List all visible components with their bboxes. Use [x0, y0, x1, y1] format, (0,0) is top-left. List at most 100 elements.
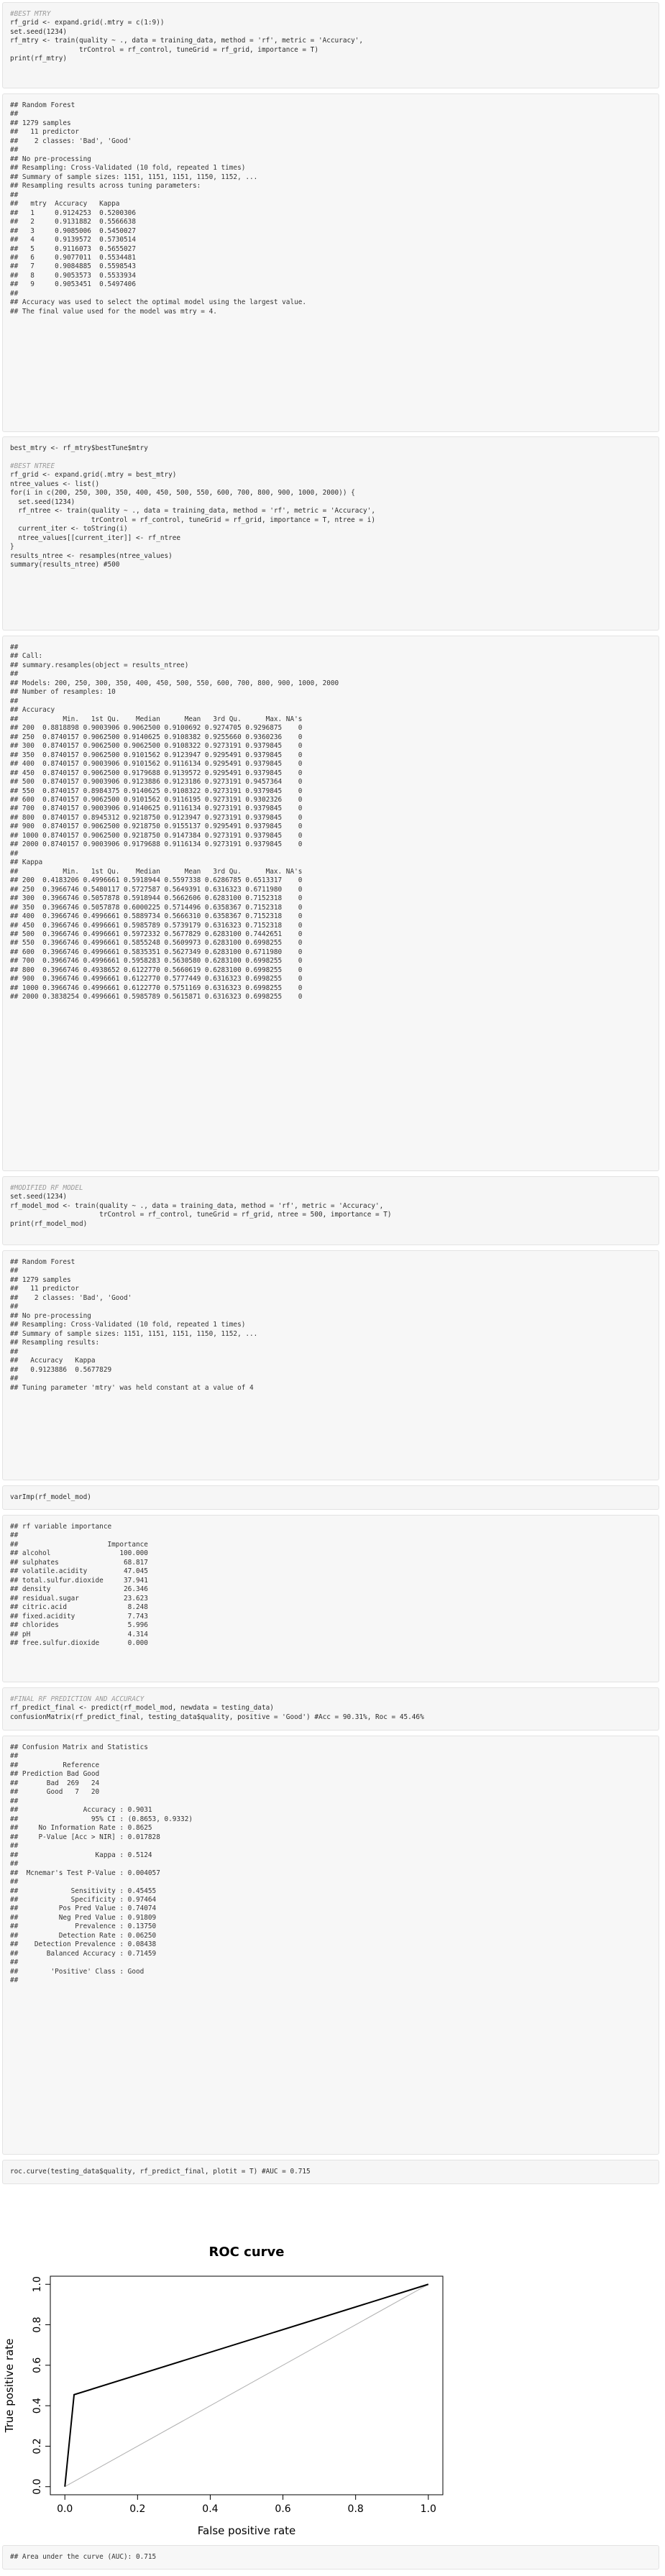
x-tick-label: 0.6	[275, 2503, 290, 2515]
code-line: }	[10, 543, 14, 551]
code-line: varImp(rf_model_mod)	[10, 1493, 91, 1501]
output-line: ## 5 0.9116073 0.5655027	[10, 244, 136, 253]
code-text: #FINAL RF PREDICTION AND ACCURACY rf_pre…	[3, 1688, 659, 1728]
output-line: ## 1279 samples	[10, 119, 71, 127]
code-comment: #BEST NTREE	[10, 462, 55, 470]
output-line: ##	[10, 670, 19, 679]
output-line: ## 300 0.8740157 0.9062500 0.9062500 0.9…	[10, 742, 303, 751]
output-line: ##	[10, 1976, 19, 1985]
output-line: ## 3 0.9085006 0.5450027	[10, 226, 136, 235]
code-line: rf_model_mod <- train(quality ~ ., data …	[10, 1201, 384, 1210]
output-line: ## Bad 269 24	[10, 1779, 100, 1787]
output-line: ## 600 0.8740157 0.9062500 0.9101562 0.9…	[10, 795, 303, 804]
output-line: ## Kappa	[10, 858, 43, 867]
output-line: ## Min. 1st Qu. Median Mean 3rd Qu. Max.…	[10, 867, 303, 876]
y-axis-label: True positive rate	[3, 2339, 16, 2434]
output-cell-random-forest-final: ## Random Forest ## ## 1279 samples ## 1…	[2, 1250, 659, 1480]
output-line: ## 4 0.9139572 0.5730514	[10, 236, 136, 244]
output-line: ## 450 0.3966746 0.4996661 0.5985789 0.5…	[10, 921, 303, 930]
output-cell-confusion-matrix: ## Confusion Matrix and Statistics ## ##…	[2, 1736, 659, 2155]
output-line: ## Models: 200, 250, 300, 350, 400, 450,…	[10, 679, 339, 687]
output-line: ## pH 4.314	[10, 1630, 148, 1638]
code-line: set.seed(1234)	[10, 1193, 68, 1201]
output-text: ## ## Call: ## summary.resamples(object …	[3, 636, 659, 1008]
code-line: set.seed(1234)	[10, 27, 68, 36]
output-line: ## alcohol 100.000	[10, 1549, 148, 1558]
chart-title: ROC curve	[209, 2245, 285, 2260]
output-line: ## No pre-processing	[10, 1311, 91, 1320]
output-line: ## Min. 1st Qu. Median Mean 3rd Qu. Max.…	[10, 715, 303, 723]
output-line: ## 7 0.9084885 0.5598543	[10, 262, 136, 271]
code-line: ntree_values <- list()	[10, 480, 100, 488]
output-line: ## Confusion Matrix and Statistics	[10, 1743, 148, 1751]
output-line: ## Accuracy was used to select the optim…	[10, 298, 307, 307]
output-line: ##	[10, 1752, 19, 1761]
output-line: ## summary.resamples(object = results_nt…	[10, 661, 189, 669]
output-line: ##	[10, 110, 19, 119]
output-line: ## 550 0.3966746 0.4996661 0.5855248 0.5…	[10, 939, 303, 948]
x-axis-label: False positive rate	[198, 2524, 296, 2537]
roc-curve-chart: ROC curve False positive rate True posit…	[3, 2245, 444, 2537]
output-line: ## 800 0.3966746 0.4938652 0.6122770 0.5…	[10, 966, 303, 974]
output-line: ## Pos Pred Value : 0.74074	[10, 1905, 157, 1913]
code-text: #MODIFIED RF MODEL set.seed(1234) rf_mod…	[3, 1177, 659, 1234]
output-line: ## 11 predictor	[10, 1285, 79, 1293]
output-line: ## 6 0.9077011 0.5534481	[10, 253, 136, 262]
code-line: print(rf_mtry)	[10, 55, 68, 63]
output-line: ## Summary of sample sizes: 1151, 1151, …	[10, 1329, 258, 1338]
output-line: ## 450 0.8740157 0.9062500 0.9179688 0.9…	[10, 769, 303, 777]
output-line: ## 2000 0.8740157 0.9003906 0.9179688 0.…	[10, 840, 303, 849]
output-line: ##	[10, 697, 19, 705]
output-line: ## 9 0.9053451 0.5497406	[10, 280, 136, 289]
output-line: ## 200 0.8818898 0.9003906 0.9062500 0.9…	[10, 724, 303, 733]
output-line: ## No Information Rate : 0.8625	[10, 1824, 152, 1833]
output-line: ## 700 0.8740157 0.9003906 0.9140625 0.9…	[10, 805, 303, 813]
output-line: ## Accuracy Kappa	[10, 1357, 96, 1365]
output-line: ## 350 0.3966746 0.5057878 0.6000225 0.5…	[10, 903, 303, 912]
code-text: varImp(rf_model_mod)	[3, 1486, 659, 1508]
output-line: ## Call:	[10, 652, 43, 661]
reference-diagonal-line	[64, 2283, 429, 2488]
output-cell-variable-importance: ## rf variable importance ## ## Importan…	[2, 1515, 659, 1682]
code-comment: #FINAL RF PREDICTION AND ACCURACY	[10, 1695, 145, 1703]
x-tick-label: 0.2	[129, 2503, 145, 2515]
output-line: ## 550 0.8740157 0.8984375 0.9140625 0.9…	[10, 787, 303, 795]
code-line: confusionMatrix(rf_predict_final, testin…	[10, 1713, 424, 1721]
output-line: ## volatile.acidity 47.045	[10, 1567, 148, 1576]
output-line: ##	[10, 146, 19, 155]
output-line: ## Neg Pred Value : 0.91809	[10, 1913, 157, 1922]
output-text: ## rf variable importance ## ## Importan…	[3, 1516, 659, 1654]
output-line: ## 2 0.9131882 0.5566638	[10, 218, 136, 226]
output-line: ## Detection Rate : 0.06250	[10, 1931, 157, 1940]
code-line: trControl = rf_control, tuneGrid = rf_gr…	[10, 1211, 392, 1219]
output-line: ## 400 0.8740157 0.9003906 0.9101562 0.9…	[10, 760, 303, 769]
output-line: ## 2 classes: 'Bad', 'Good'	[10, 137, 132, 145]
x-tick-label: 0.4	[202, 2503, 218, 2515]
output-text: ## Confusion Matrix and Statistics ## ##…	[3, 1736, 659, 1991]
code-comment: #MODIFIED RF MODEL	[10, 1184, 83, 1192]
y-tick-label: 0.0	[32, 2479, 43, 2495]
output-line: ## Accuracy : 0.9031	[10, 1806, 152, 1815]
output-line: ## Reference	[10, 1761, 100, 1769]
output-line: ## Detection Prevalence : 0.08438	[10, 1940, 157, 1949]
code-cell-modified-rf-model: #MODIFIED RF MODEL set.seed(1234) rf_mod…	[2, 1176, 659, 1245]
output-cell-resamples-summary: ## ## Call: ## summary.resamples(object …	[2, 636, 659, 1171]
output-line: ## Area under the curve (AUC): 0.715	[10, 2553, 157, 2561]
output-line: ## No pre-processing	[10, 155, 91, 163]
y-tick-label: 0.8	[32, 2316, 43, 2332]
output-line: ##	[10, 849, 19, 858]
output-line: ## 500 0.3966746 0.4996661 0.5972332 0.5…	[10, 930, 303, 938]
output-line: ## 95% CI : (0.8653, 0.9332)	[10, 1815, 193, 1823]
output-line: ##	[10, 643, 19, 651]
code-line: rf_mtry <- train(quality ~ ., data = tra…	[10, 37, 364, 45]
output-line: ## 350 0.8740157 0.9062500 0.9101562 0.9…	[10, 751, 303, 759]
code-line: rf_grid <- expand.grid(.mtry = best_mtry…	[10, 471, 177, 480]
output-line: ##	[10, 1797, 19, 1805]
output-line: ## Kappa : 0.5124	[10, 1851, 152, 1859]
code-comment: #BEST MTRY	[10, 10, 51, 18]
output-line: ## Specificity : 0.97464	[10, 1895, 157, 1904]
output-line: ##	[10, 1958, 19, 1967]
output-line: ## Prediction Bad Good	[10, 1770, 100, 1779]
code-cell-best-mtry: #BEST MTRY rf_grid <- expand.grid(.mtry …	[2, 2, 659, 88]
output-line: ## Resampling: Cross-Validated (10 fold,…	[10, 1321, 246, 1329]
